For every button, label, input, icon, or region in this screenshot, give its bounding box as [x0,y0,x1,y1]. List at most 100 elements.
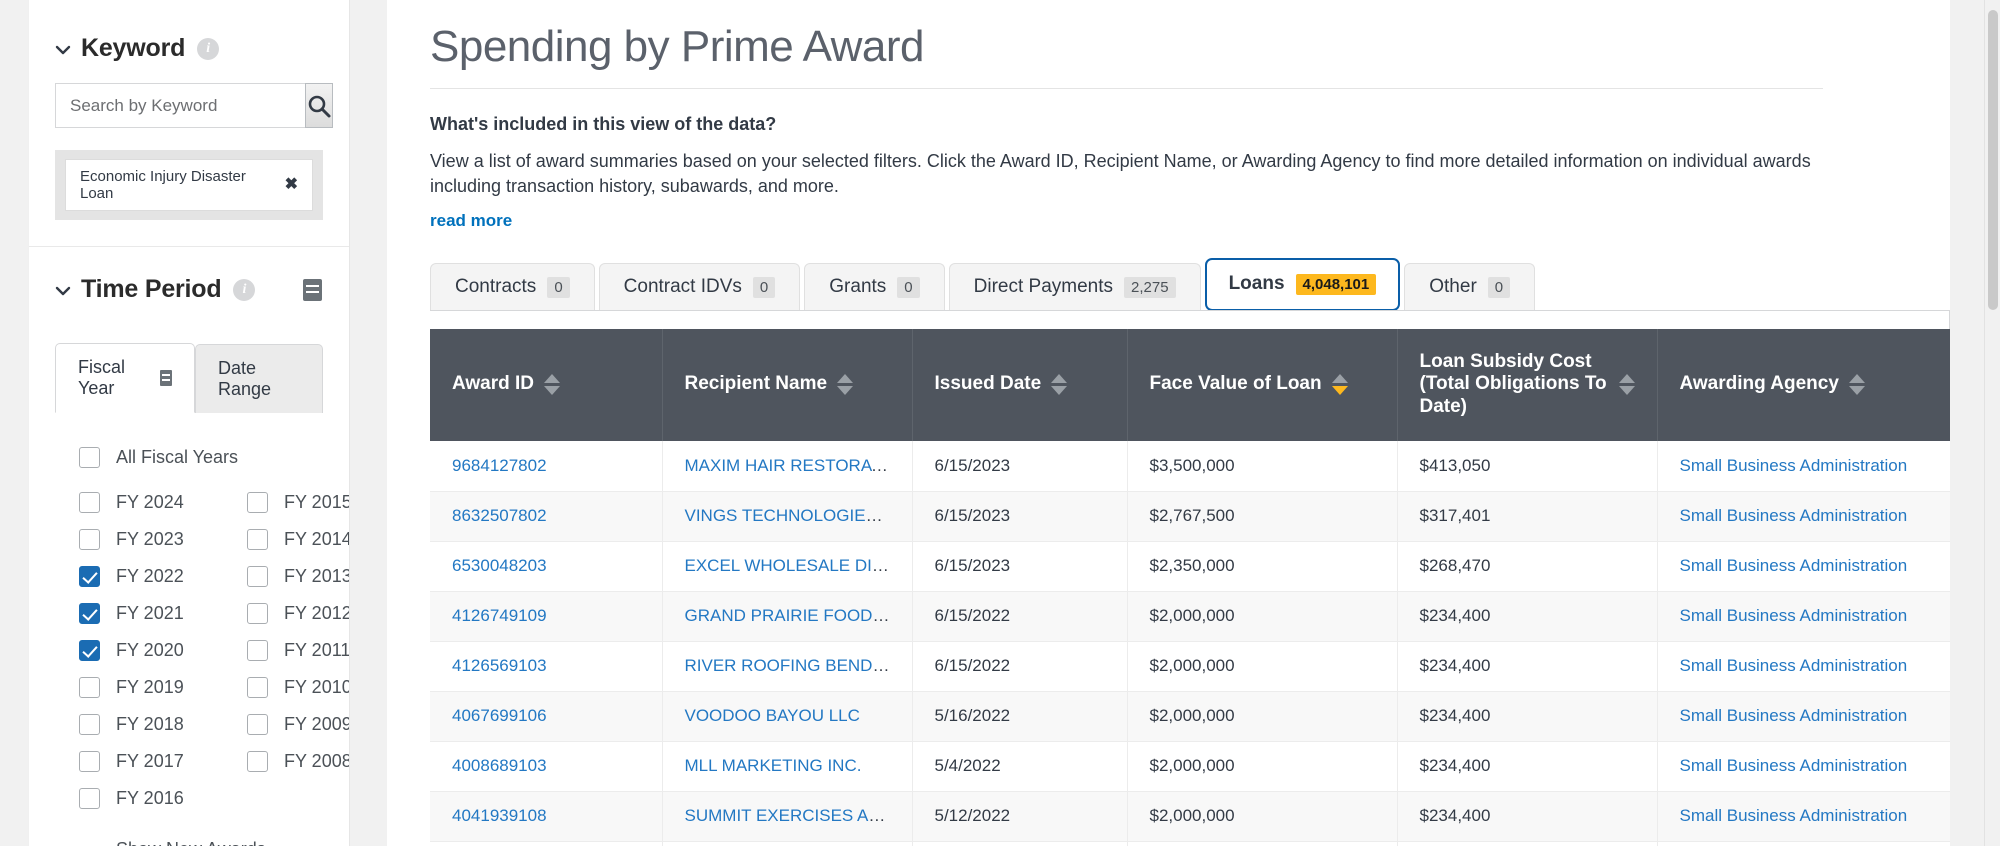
checkbox-box[interactable] [79,447,100,468]
checkbox-fy-2010[interactable]: FY 2010 [247,669,349,706]
chevron-down-icon[interactable] [55,42,71,58]
cell-award-id[interactable]: 4126569103 [430,641,663,692]
column-header-award-id[interactable]: Award ID [430,328,663,442]
checkbox-fy-2024[interactable]: FY 2024 [79,484,247,521]
tab-loans[interactable]: Loans 4,048,101 [1204,257,1401,311]
page-scrollbar[interactable] [1984,0,2000,846]
cell-award-id[interactable]: 9684127802 [430,441,663,492]
close-icon[interactable]: ✖ [285,177,298,193]
cell-agency[interactable]: Small Business Administration [1657,591,1950,642]
checkbox-fy-2008[interactable]: FY 2008 [247,743,349,780]
cell-agency[interactable]: Small Business Administration [1657,491,1950,542]
checkbox-show-new-awards-only[interactable]: Show New Awards Only i [79,817,323,846]
sort-ascending-icon[interactable] [1331,374,1348,384]
checkbox-box[interactable] [247,640,268,661]
sort-toggle-icon[interactable] [544,374,561,396]
cell-value[interactable]: 4126749109 [452,606,547,625]
cell-value[interactable]: 4041939108 [452,806,547,825]
checkbox-fy-2012[interactable]: FY 2012 [247,595,349,632]
cell-recipient[interactable]: VOODOO BAYOU LLC [662,691,913,742]
tab-direct-payments[interactable]: Direct Payments 2,275 [948,262,1201,311]
checkbox-box[interactable] [79,640,100,661]
checkbox-fy-2013[interactable]: FY 2013 [247,558,349,595]
search-input[interactable] [55,83,305,128]
column-header-recipient-name[interactable]: Recipient Name [662,328,913,442]
cell-value[interactable]: Small Business Administration [1680,456,1908,475]
checkbox-box[interactable] [79,788,100,809]
checkbox-box[interactable] [247,492,268,513]
sort-ascending-icon[interactable] [1618,374,1635,384]
cell-value[interactable]: Small Business Administration [1680,556,1908,575]
sort-toggle-icon[interactable] [837,374,854,396]
checkbox-box[interactable] [79,529,100,550]
sort-descending-icon[interactable] [544,386,561,396]
cell-award-id[interactable]: 4067699106 [430,691,663,742]
checkbox-box[interactable] [247,677,268,698]
read-more-link[interactable]: read more [430,211,1950,231]
sort-ascending-icon[interactable] [1051,374,1068,384]
cell-value[interactable]: Small Business Administration [1680,756,1908,775]
sort-ascending-icon[interactable] [837,374,854,384]
time-period-filter-header[interactable]: Time Period i [55,265,323,324]
cell-agency[interactable]: Small Business Administration [1657,541,1950,592]
checkbox-box[interactable] [247,566,268,587]
checkbox-box[interactable] [79,603,100,624]
cell-recipient[interactable]: GLOBAL VILLAGE FRUIT INC [662,841,913,846]
checkbox-all-fiscal-years[interactable]: All Fiscal Years [79,439,323,476]
cell-value[interactable]: 8632507802 [452,506,547,525]
cell-award-id[interactable]: 4012710102 [430,841,663,846]
cell-agency[interactable]: Small Business Administration [1657,641,1950,692]
cell-value[interactable]: EXCEL WHOLESALE DISTRIBUTOR… [685,556,912,575]
cell-value[interactable]: GRAND PRAIRIE FOODS INC [685,606,912,625]
column-header-awarding-agency[interactable]: Awarding Agency [1657,328,1950,442]
cell-value[interactable]: MAXIM HAIR RESTORATION, LLC [685,456,912,475]
tab-grants[interactable]: Grants 0 [804,262,945,311]
sort-descending-icon[interactable] [1051,386,1068,396]
cell-recipient[interactable]: MLL MARKETING INC. [662,741,913,792]
cell-value[interactable]: 6530048203 [452,556,547,575]
cell-recipient[interactable]: EXCEL WHOLESALE DISTRIBUTOR… [662,541,913,592]
info-icon[interactable]: i [197,37,220,60]
sort-descending-icon[interactable] [1618,386,1635,396]
cell-value[interactable]: VOODOO BAYOU LLC [685,706,860,725]
checkbox-fy-2018[interactable]: FY 2018 [79,706,247,743]
checkbox-box[interactable] [79,677,100,698]
checkbox-box[interactable] [247,714,268,735]
cell-recipient[interactable]: GRAND PRAIRIE FOODS INC [662,591,913,642]
cell-award-id[interactable]: 4008689103 [430,741,663,792]
cell-recipient[interactable]: RIVER ROOFING BEND LLC [662,641,913,692]
checkbox-box[interactable] [247,751,268,772]
sort-ascending-icon[interactable] [544,374,561,384]
checkbox-box[interactable] [79,492,100,513]
sort-toggle-icon[interactable] [1051,374,1068,396]
column-header-issued-date[interactable]: Issued Date [912,328,1128,442]
cell-agency[interactable]: Small Business Administration [1657,841,1950,846]
checkbox-fy-2015[interactable]: FY 2015 [247,484,349,521]
checkbox-fy-2014[interactable]: FY 2014 [247,521,349,558]
keyword-chip[interactable]: Economic Injury Disaster Loan ✖ [65,159,313,211]
checkbox-fy-2016[interactable]: FY 2016 [79,780,247,817]
cell-award-id[interactable]: 6530048203 [430,541,663,592]
sort-descending-icon[interactable] [1331,386,1348,396]
tab-contract-idvs[interactable]: Contract IDVs 0 [598,262,801,311]
cell-agency[interactable]: Small Business Administration [1657,441,1950,492]
cell-value[interactable]: 4008689103 [452,756,547,775]
glossary-book-icon[interactable] [160,370,172,386]
page-scrollbar-thumb[interactable] [1988,10,1998,310]
sort-descending-icon[interactable] [1848,386,1865,396]
cell-award-id[interactable]: 4041939108 [430,791,663,842]
cell-value[interactable]: Small Business Administration [1680,606,1908,625]
cell-award-id[interactable]: 4126749109 [430,591,663,642]
keyword-filter-header[interactable]: Keyword i [55,24,323,83]
cell-award-id[interactable]: 8632507802 [430,491,663,542]
cell-value[interactable]: VINGS TECHNOLOGIES LIMITED [685,506,912,525]
info-icon[interactable]: i [233,278,256,301]
checkbox-box[interactable] [79,751,100,772]
column-header-loan-subsidy-cost[interactable]: Loan Subsidy Cost (Total Obligations To D… [1397,328,1658,442]
cell-value[interactable]: RIVER ROOFING BEND LLC [685,656,909,675]
cell-value[interactable]: Small Business Administration [1680,656,1908,675]
cell-value[interactable]: Small Business Administration [1680,506,1908,525]
cell-value[interactable]: 9684127802 [452,456,547,475]
checkbox-fy-2019[interactable]: FY 2019 [79,669,247,706]
checkbox-fy-2021[interactable]: FY 2021 [79,595,247,632]
